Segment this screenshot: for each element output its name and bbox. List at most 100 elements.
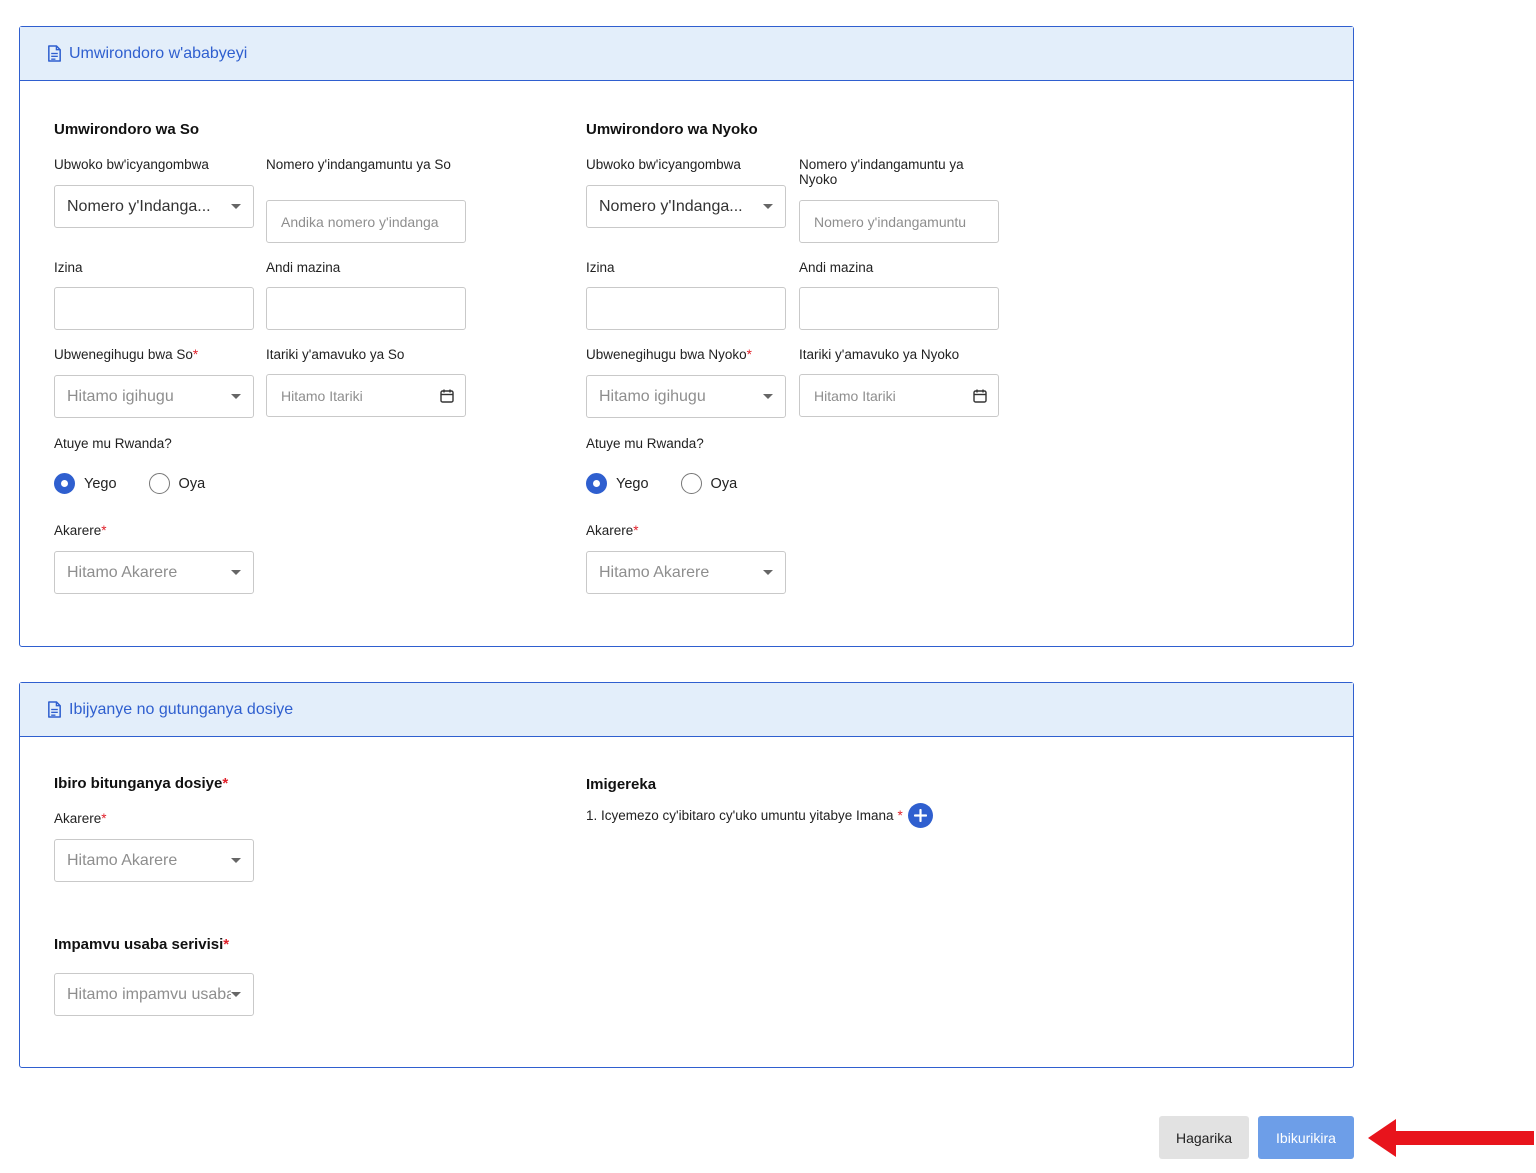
father-yes-radio[interactable] <box>54 473 75 494</box>
father-district-select[interactable]: Hitamo Akarere <box>54 551 254 594</box>
father-section-title: Umwirondoro wa So <box>54 121 200 138</box>
parents-card-title: Umwirondoro w'ababyeyi <box>69 44 248 62</box>
mother-dob-placeholder: Hitamo Itariki <box>814 387 896 404</box>
mother-dob-label: Itariki y'amavuko ya Nyoko <box>799 347 960 362</box>
father-dob-label: Itariki y'amavuko ya So <box>266 347 405 362</box>
father-id-label: Nomero y'indangamuntu ya So <box>266 157 451 172</box>
office-district-label-text: Akarere <box>54 811 102 826</box>
mother-nationality-label-text: Ubwenegihugu bwa Nyoko <box>586 347 747 362</box>
parents-card-header: Umwirondoro w'ababyeyi <box>20 27 1353 81</box>
required-mark: * <box>192 347 199 362</box>
document-icon <box>48 701 61 718</box>
processing-card-title: Ibijyanye no gutunganya dosiye <box>69 700 294 718</box>
mother-district-select[interactable]: Hitamo Akarere <box>586 551 786 594</box>
father-yes-label: Yego <box>84 475 117 492</box>
mother-yes-label: Yego <box>616 475 649 492</box>
father-nationality-label: Ubwenegihugu bwa So* <box>54 347 198 362</box>
document-icon <box>48 45 61 62</box>
chevron-down-icon <box>231 992 241 997</box>
father-first-name-label: Izina <box>54 260 83 275</box>
mother-nationality-placeholder: Hitamo igihugu <box>599 387 706 405</box>
next-button[interactable]: Ibikurikira <box>1258 1116 1354 1159</box>
mother-lives-radio-group: Yego Oya <box>586 473 769 494</box>
mother-doc-type-value: Nomero y'Indanga... <box>599 197 743 215</box>
father-no-radio[interactable] <box>148 473 170 494</box>
mother-last-name-input[interactable] <box>799 287 999 330</box>
parents-card: Umwirondoro w'ababyeyi Umwirondoro wa So… <box>19 26 1354 647</box>
mother-district-label: Akarere* <box>586 523 639 538</box>
chevron-down-icon <box>763 394 773 399</box>
father-doc-type-select[interactable]: Nomero y'Indanga... <box>54 185 254 228</box>
mother-doc-type-select[interactable]: Nomero y'Indanga... <box>586 185 786 228</box>
father-first-name-input[interactable] <box>54 287 254 330</box>
father-id-placeholder: Andika nomero y'indanga <box>281 213 439 230</box>
mother-last-name-label: Andi mazina <box>799 260 874 275</box>
mother-district-label-text: Akarere <box>586 523 634 538</box>
chevron-down-icon <box>231 570 241 575</box>
required-mark: * <box>101 523 107 538</box>
mother-doc-type-label: Ubwoko bw'icyangombwa <box>586 157 741 172</box>
red-arrow-annotation <box>1368 1119 1534 1157</box>
reason-placeholder: Hitamo impamvu usaba <box>67 985 231 1003</box>
plus-icon <box>913 808 927 822</box>
required-mark: * <box>746 347 752 362</box>
mother-no-radio[interactable] <box>680 473 702 494</box>
mother-district-placeholder: Hitamo Akarere <box>599 563 710 581</box>
father-last-name-input[interactable] <box>266 287 466 330</box>
father-nationality-select[interactable]: Hitamo igihugu <box>54 375 254 418</box>
father-dob-picker[interactable]: Hitamo Itariki <box>266 374 466 417</box>
reason-section-title: Impamvu usaba serivisi* <box>54 936 229 953</box>
father-id-input[interactable]: Andika nomero y'indanga <box>266 200 466 243</box>
mother-nationality-select[interactable]: Hitamo igihugu <box>586 375 786 418</box>
father-nationality-placeholder: Hitamo igihugu <box>67 387 174 405</box>
add-attachment-button[interactable] <box>907 802 933 828</box>
father-dob-placeholder: Hitamo Itariki <box>281 387 363 404</box>
mother-id-label: Nomero y'indangamuntu ya Nyoko <box>799 157 964 187</box>
required-mark: * <box>101 811 107 826</box>
father-district-label-text: Akarere <box>54 523 102 538</box>
chevron-down-icon <box>231 858 241 863</box>
attachments-section-title: Imigereka <box>586 776 657 793</box>
mother-first-name-label: Izina <box>586 260 615 275</box>
chevron-down-icon <box>231 394 241 399</box>
processing-card: Ibijyanye no gutunganya dosiye Ibiro bit… <box>19 682 1354 1068</box>
reason-section-title-text: Impamvu usaba serivisi <box>54 936 224 953</box>
required-mark: * <box>223 936 230 953</box>
attachment-item-1: 1. Icyemezo cy'ibitaro cy'uko umuntu yit… <box>586 802 933 828</box>
father-doc-type-value: Nomero y'Indanga... <box>67 197 211 215</box>
office-district-select[interactable]: Hitamo Akarere <box>54 839 254 882</box>
cancel-button[interactable]: Hagarika <box>1159 1116 1249 1159</box>
father-doc-type-label: Ubwoko bw'icyangombwa <box>54 157 209 172</box>
chevron-down-icon <box>231 204 241 209</box>
office-section-title: Ibiro bitunganya dosiye* <box>54 775 228 792</box>
father-lives-radio-group: Yego Oya <box>54 473 237 494</box>
office-district-placeholder: Hitamo Akarere <box>67 851 178 869</box>
mother-dob-picker[interactable]: Hitamo Itariki <box>799 374 999 417</box>
father-district-placeholder: Hitamo Akarere <box>67 563 178 581</box>
chevron-down-icon <box>763 204 773 209</box>
mother-nationality-label: Ubwenegihugu bwa Nyoko* <box>586 347 752 362</box>
required-mark: * <box>897 807 903 823</box>
calendar-icon <box>973 389 987 403</box>
father-lives-label: Atuye mu Rwanda? <box>54 436 172 451</box>
office-district-label: Akarere* <box>54 811 107 826</box>
reason-select[interactable]: Hitamo impamvu usaba <box>54 973 254 1016</box>
mother-no-label: Oya <box>710 475 738 492</box>
father-district-label: Akarere* <box>54 523 107 538</box>
attachment-item-1-label: 1. Icyemezo cy'ibitaro cy'uko umuntu yit… <box>586 807 894 823</box>
mother-first-name-input[interactable] <box>586 287 786 330</box>
office-section-title-text: Ibiro bitunganya dosiye <box>54 775 223 792</box>
mother-yes-radio[interactable] <box>586 473 607 494</box>
father-nationality-label-text: Ubwenegihugu bwa So <box>54 347 193 362</box>
required-mark: * <box>222 775 229 792</box>
calendar-icon <box>440 389 454 403</box>
father-no-label: Oya <box>178 475 206 492</box>
mother-lives-label: Atuye mu Rwanda? <box>586 436 704 451</box>
mother-id-placeholder: Nomero y'indangamuntu <box>814 213 967 230</box>
father-last-name-label: Andi mazina <box>266 260 341 275</box>
mother-section-title: Umwirondoro wa Nyoko <box>586 121 758 138</box>
required-mark: * <box>633 523 639 538</box>
mother-id-input[interactable]: Nomero y'indangamuntu <box>799 200 999 243</box>
processing-card-header: Ibijyanye no gutunganya dosiye <box>20 683 1353 737</box>
chevron-down-icon <box>763 570 773 575</box>
